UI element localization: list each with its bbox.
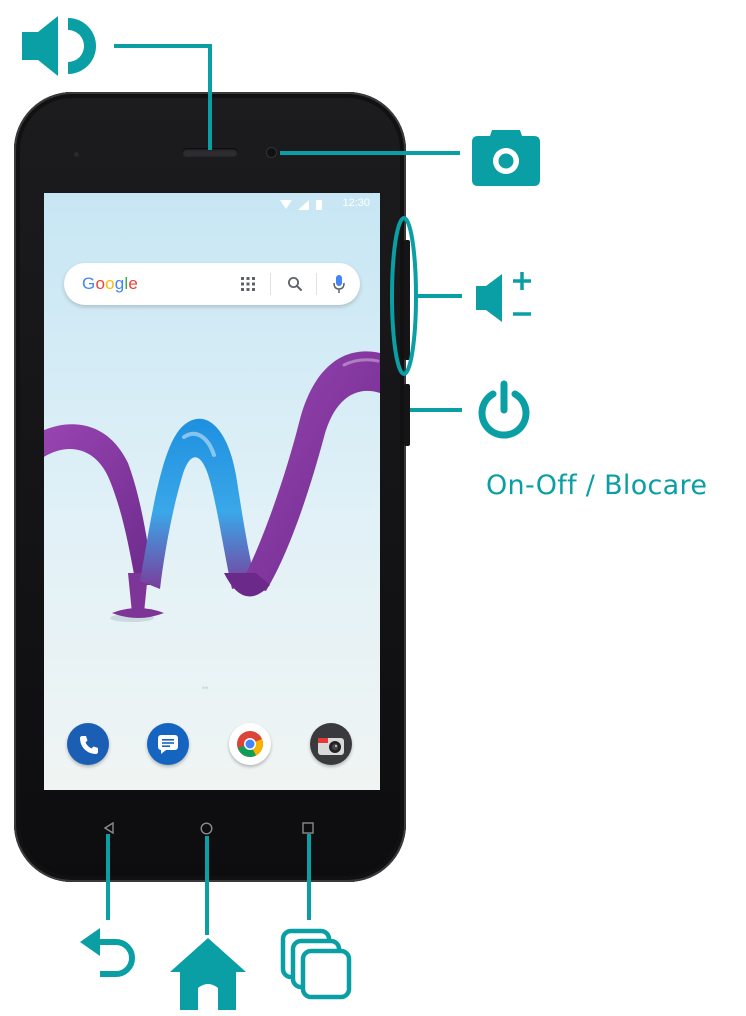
power-icon — [478, 380, 530, 439]
home-icon — [170, 938, 246, 1010]
annotation-layer — [106, 44, 462, 935]
camera-icon — [472, 130, 540, 186]
device-diagram: 12:30 Google •• On-Off / Blocare — [0, 0, 746, 1016]
power-callout-label: On-Off / Blocare — [486, 470, 708, 501]
recents-icon — [280, 928, 352, 1000]
volume-icon — [476, 272, 531, 322]
back-icon — [80, 928, 135, 977]
speaker-icon — [22, 16, 96, 76]
